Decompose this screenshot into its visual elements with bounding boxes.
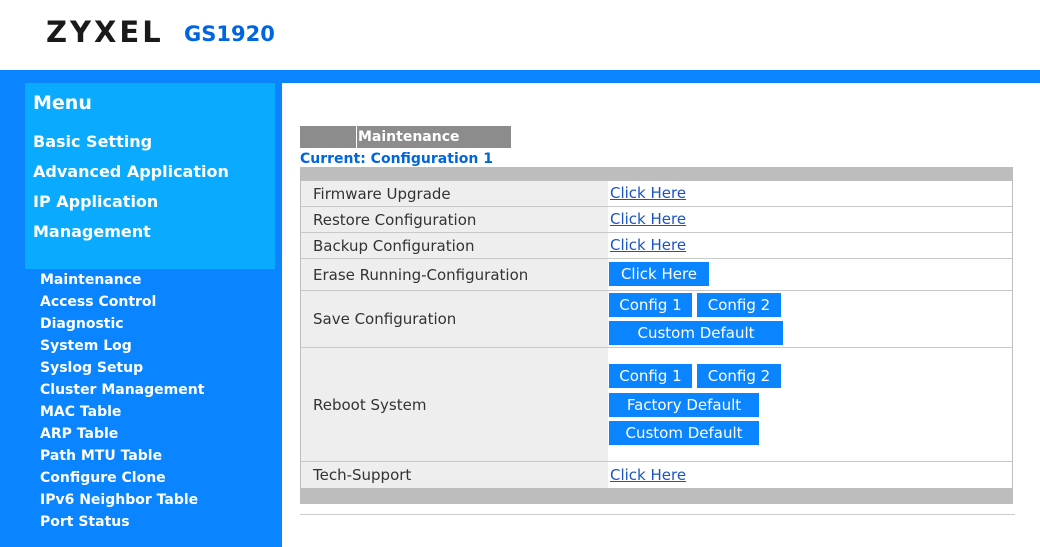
submenu-port-status[interactable]: Port Status [40,514,130,530]
main-content: Maintenance Current: Configuration 1 Fir… [282,83,1040,547]
menu-ip-application[interactable]: IP Application [33,192,158,211]
save-config-1-button[interactable]: Config 1 [609,293,692,317]
header-divider [0,70,1040,83]
table-row-erase-running-configuration: Erase Running-Configuration Click Here [301,259,1012,290]
maintenance-table: Firmware Upgrade Click Here Restore Conf… [300,167,1013,504]
menu-title: Menu [33,92,92,114]
submenu-access-control[interactable]: Access Control [40,294,156,310]
tech-support-label: Tech-Support [301,462,608,488]
firmware-upgrade-link[interactable]: Click Here [610,184,686,202]
reboot-custom-default-button[interactable]: Custom Default [609,421,759,445]
firmware-upgrade-label: Firmware Upgrade [301,181,608,206]
brand-logo: ZYXEL [46,15,164,49]
submenu-syslog-setup[interactable]: Syslog Setup [40,360,143,376]
menu-categories: Menu Basic Setting Advanced Application … [25,83,275,269]
save-custom-default-button[interactable]: Custom Default [609,321,783,345]
reboot-config-1-button[interactable]: Config 1 [609,364,692,388]
submenu-mac-table[interactable]: MAC Table [40,404,121,420]
current-configuration: Current: Configuration 1 [300,151,493,167]
table-row-reboot-system: Reboot System Config 1 Config 2 Factory … [301,348,1012,461]
submenu-cluster-management[interactable]: Cluster Management [40,382,204,398]
reboot-factory-default-button[interactable]: Factory Default [609,393,759,417]
submenu-system-log[interactable]: System Log [40,338,132,354]
erase-running-configuration-label: Erase Running-Configuration [301,259,608,290]
submenu-configure-clone[interactable]: Configure Clone [40,470,166,486]
table-row-tech-support: Tech-Support Click Here [301,462,1012,488]
reboot-system-label: Reboot System [301,348,608,461]
restore-configuration-label: Restore Configuration [301,207,608,232]
save-configuration-label: Save Configuration [301,291,608,347]
table-row-restore-configuration: Restore Configuration Click Here [301,207,1012,232]
tab-bar: Maintenance [300,126,511,148]
backup-configuration-link[interactable]: Click Here [610,236,686,254]
management-submenu: Maintenance Access Control Diagnostic Sy… [25,269,275,531]
table-row-save-configuration: Save Configuration Config 1 Config 2 Cus… [301,291,1012,347]
tab-maintenance[interactable]: Maintenance [356,126,511,148]
tech-support-link[interactable]: Click Here [610,466,686,484]
erase-configuration-button[interactable]: Click Here [609,262,709,286]
menu-basic-setting[interactable]: Basic Setting [33,132,152,151]
header: ZYXEL GS1920 [0,0,1040,70]
restore-configuration-link[interactable]: Click Here [610,210,686,228]
submenu-ipv6-neighbor-table[interactable]: IPv6 Neighbor Table [40,492,198,508]
backup-configuration-label: Backup Configuration [301,233,608,258]
reboot-config-2-button[interactable]: Config 2 [697,364,781,388]
table-row-backup-configuration: Backup Configuration Click Here [301,233,1012,258]
save-config-2-button[interactable]: Config 2 [697,293,781,317]
submenu-arp-table[interactable]: ARP Table [40,426,118,442]
submenu-maintenance[interactable]: Maintenance [40,272,142,288]
sidebar: Menu Basic Setting Advanced Application … [0,83,282,547]
table-row-firmware-upgrade: Firmware Upgrade Click Here [301,181,1012,206]
submenu-path-mtu-table[interactable]: Path MTU Table [40,448,162,464]
menu-management[interactable]: Management [33,222,151,241]
menu-advanced-application[interactable]: Advanced Application [33,162,229,181]
footer-divider [300,514,1015,515]
model-name: GS1920 [184,22,275,46]
submenu-diagnostic[interactable]: Diagnostic [40,316,124,332]
